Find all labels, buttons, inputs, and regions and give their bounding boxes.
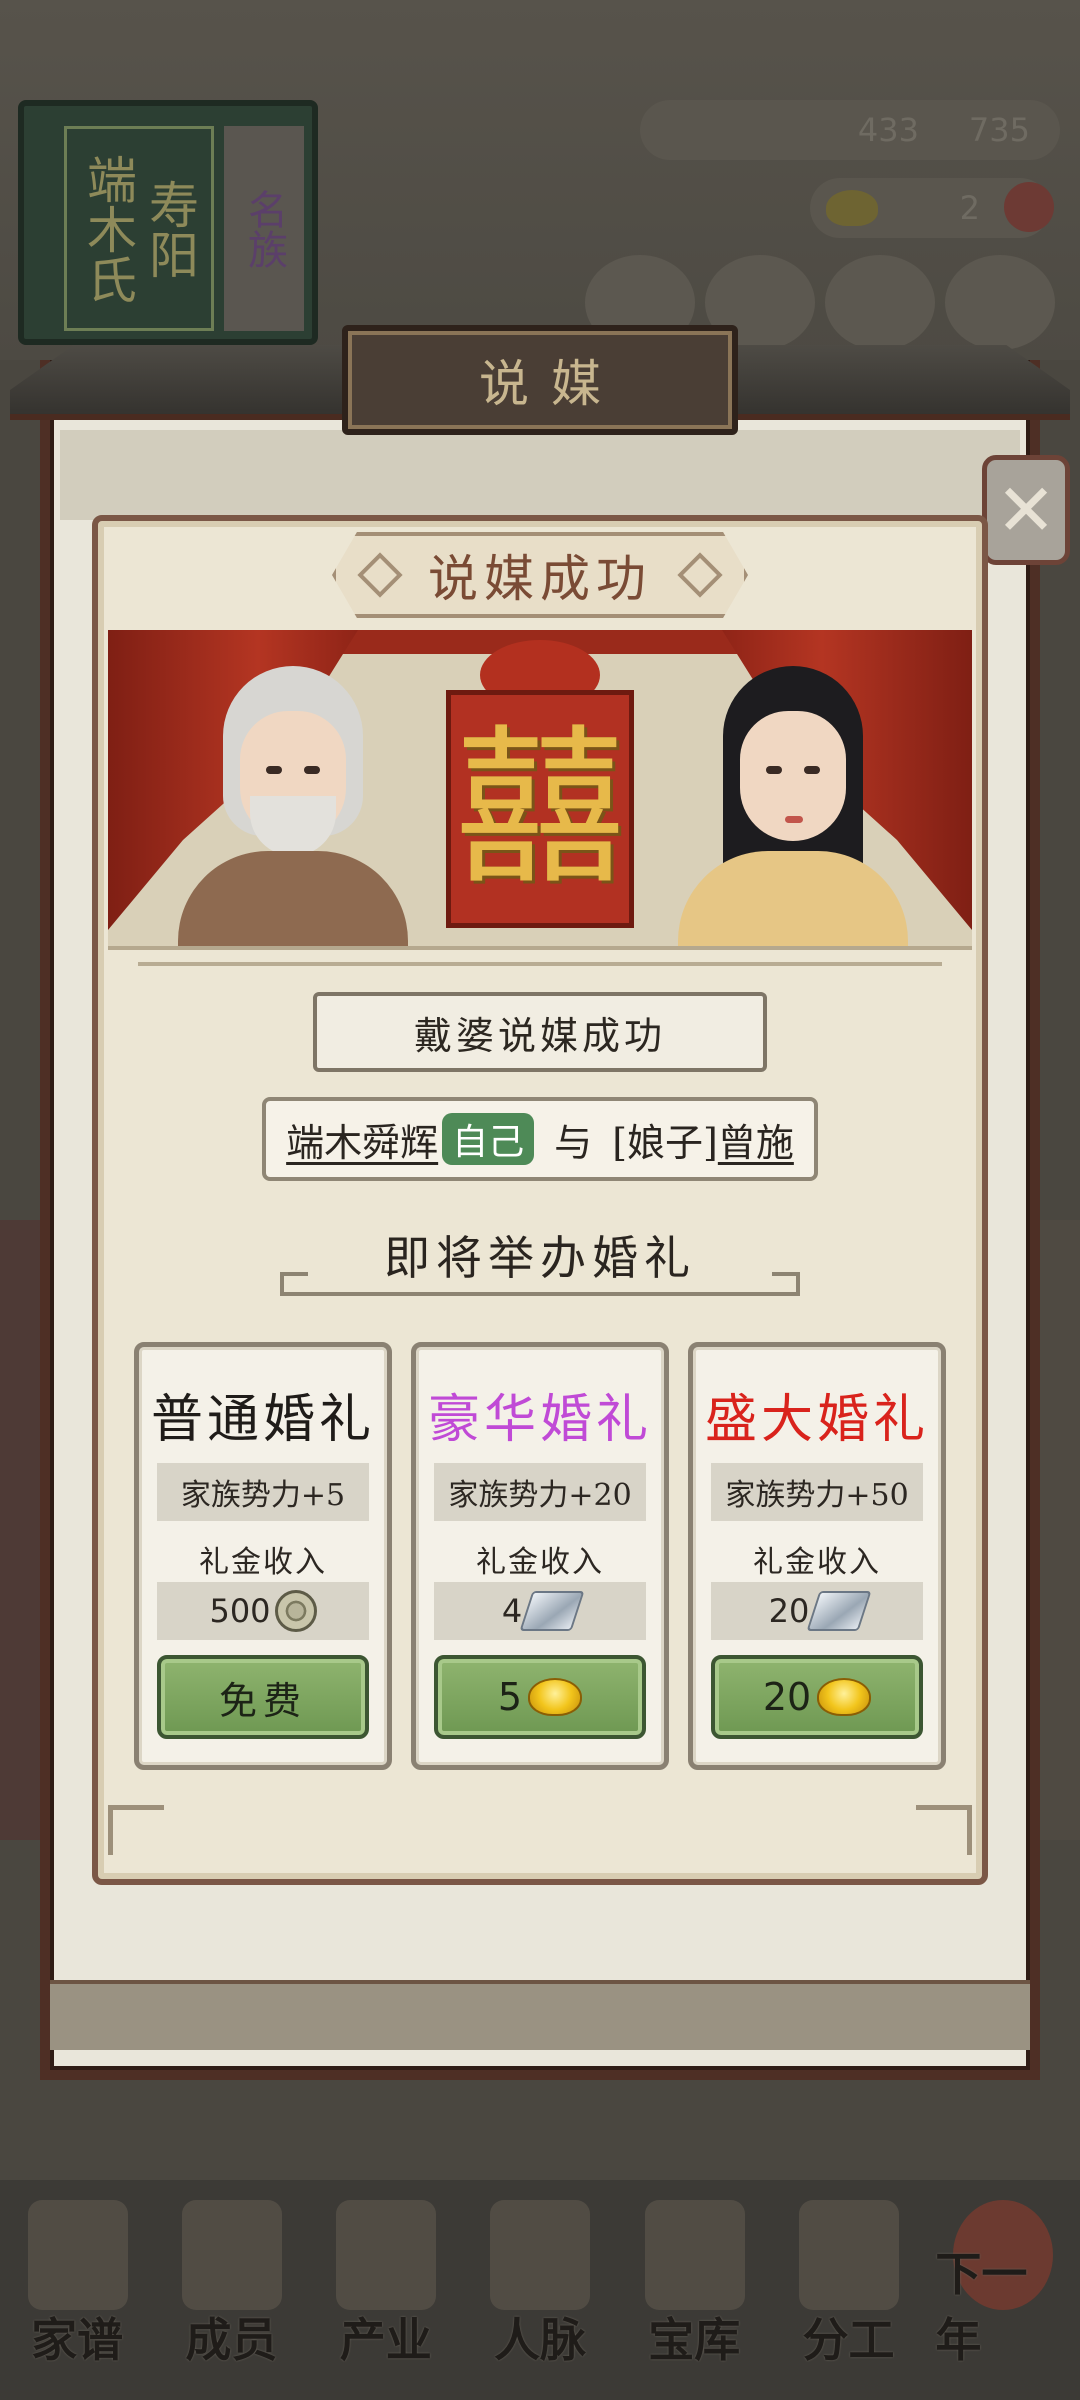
close-button[interactable]: ✕ — [982, 455, 1070, 565]
clan-book: 寿阳 端木氏 名族 — [18, 100, 318, 345]
income-value: 4 — [434, 1582, 646, 1640]
section-title: 即将举办婚礼 — [384, 1231, 696, 1285]
copper-coin-icon — [274, 1590, 317, 1632]
silver-amount: 433 — [857, 111, 919, 149]
background-side-panel — [0, 1220, 44, 1840]
close-x-icon: ✕ — [995, 468, 1057, 552]
nav-treasury: 宝库 — [627, 2180, 762, 2370]
hold-wedding-button[interactable]: 20 — [711, 1655, 923, 1739]
gold-ingot-icon — [826, 190, 878, 226]
income-label: 礼金收入 — [753, 1545, 881, 1580]
conjunction-text: 与 — [554, 1120, 593, 1165]
currency-bar: 433 735 — [640, 100, 1060, 160]
matchmaker-result: 戴婆说媒成功 — [313, 992, 767, 1072]
clan-tag: 名族 — [224, 126, 304, 331]
coin-amount: 735 — [968, 111, 1030, 149]
gold-amount: 2 — [959, 189, 980, 227]
wedding-card-normal: 普通婚礼 家族势力+5 礼金收入 500 免费 — [134, 1342, 392, 1770]
wedding-name: 豪华婚礼 — [427, 1390, 652, 1450]
diamond-ornament-icon — [357, 552, 403, 598]
nav-jobs: 分工 — [781, 2180, 916, 2370]
hold-wedding-button[interactable]: 免费 — [157, 1655, 369, 1739]
menu-icon — [945, 255, 1055, 350]
corner-ornament — [916, 1805, 972, 1855]
background-side-panel — [1036, 1220, 1080, 1840]
scroll-icon — [799, 2200, 900, 2310]
chest-icon — [644, 2200, 745, 2310]
gold-ingot-icon — [528, 1678, 583, 1716]
bride-title: [娘子] — [612, 1120, 718, 1165]
couple-info: 端木舜辉 自己 与 [娘子]曾施 — [262, 1097, 818, 1181]
dialog-title: 说媒 — [479, 355, 623, 413]
book-icon — [27, 2200, 128, 2310]
clan-name: 端木氏 — [79, 153, 137, 304]
add-gold-button — [1004, 182, 1054, 232]
dialog-bottom-band — [50, 1980, 1030, 2050]
matchmaker-result-text: 戴婆说媒成功 — [413, 1013, 666, 1058]
diamond-ornament-icon — [677, 552, 723, 598]
influence-bonus: 家族势力+50 — [711, 1463, 923, 1521]
cost-label: 免费 — [218, 1678, 307, 1723]
wedding-card-luxury: 豪华婚礼 家族势力+20 礼金收入 4 5 — [411, 1342, 669, 1770]
nav-network: 人脉 — [472, 2180, 607, 2370]
building-icon — [336, 2200, 437, 2310]
groom-name[interactable]: 端木舜辉 — [286, 1112, 438, 1167]
bride-name[interactable]: 曾施 — [718, 1121, 794, 1165]
income-label: 礼金收入 — [476, 1545, 604, 1580]
silver-ingot-icon — [519, 1591, 585, 1631]
groom-portrait — [178, 656, 408, 946]
gold-ingot-icon — [817, 1678, 872, 1716]
bottom-nav: 家谱 成员 产业 人脉 宝库 分工 下一年 — [0, 2180, 1080, 2400]
nav-genealogy: 家谱 — [10, 2180, 145, 2370]
influence-bonus: 家族势力+20 — [434, 1463, 646, 1521]
income-value: 500 — [157, 1582, 369, 1640]
double-happiness-icon: 囍 — [446, 690, 634, 928]
success-banner: 说媒成功 — [428, 550, 652, 608]
wedding-card-grand: 盛大婚礼 家族势力+50 礼金收入 20 20 — [688, 1342, 946, 1770]
hold-wedding-button[interactable]: 5 — [434, 1655, 646, 1739]
clan-surname: 寿阳 — [141, 178, 199, 279]
dialog-inner-top — [60, 430, 1020, 520]
wedding-name: 盛大婚礼 — [704, 1390, 929, 1450]
scene-divider — [138, 962, 942, 966]
wedding-name: 普通婚礼 — [150, 1390, 375, 1450]
income-value: 20 — [711, 1582, 923, 1640]
section-title-underline — [280, 1272, 800, 1296]
double-happiness-symbol: 囍 — [454, 710, 625, 908]
person-icon — [181, 2200, 282, 2310]
bride-portrait — [678, 656, 908, 946]
cost-value: 5 — [497, 1675, 523, 1719]
corner-ornament — [108, 1805, 164, 1855]
silver-ingot-icon — [806, 1591, 872, 1631]
dialog-title-plaque: 说媒 — [342, 325, 738, 435]
income-label: 礼金收入 — [199, 1545, 327, 1580]
wedding-scene: 囍 — [108, 630, 972, 950]
nav-members: 成员 — [164, 2180, 299, 2370]
nav-property: 产业 — [318, 2180, 453, 2370]
network-icon — [490, 2200, 591, 2310]
success-ribbon: 说媒成功 — [332, 532, 748, 618]
influence-bonus: 家族势力+5 — [157, 1463, 369, 1521]
menu-icon — [825, 255, 935, 350]
gold-bar: 2 — [810, 178, 1054, 238]
nav-next-year: 下一年 — [935, 2180, 1070, 2370]
cost-value: 20 — [762, 1675, 812, 1719]
self-badge: 自己 — [442, 1113, 535, 1165]
